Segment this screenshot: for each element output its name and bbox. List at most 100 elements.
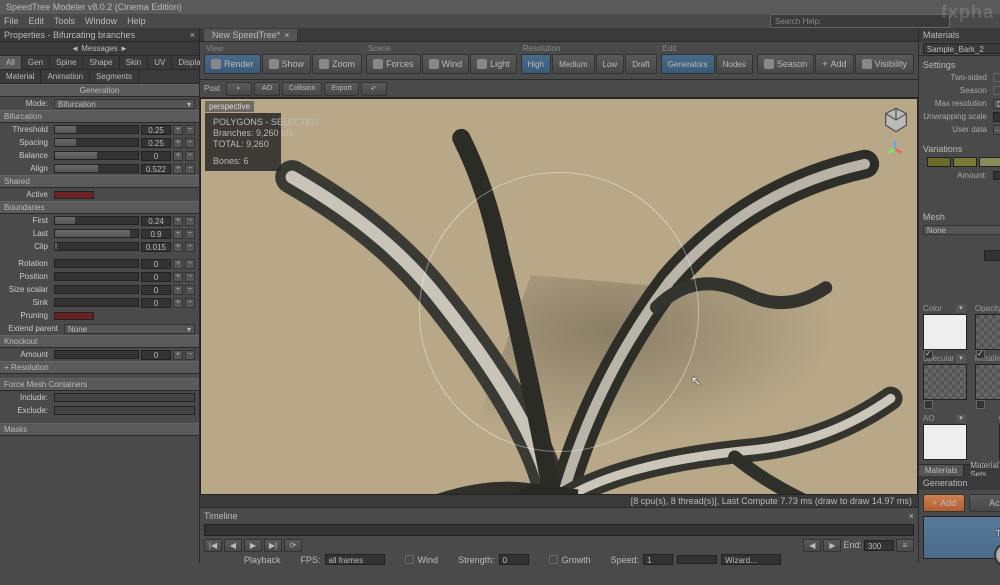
btn-inc[interactable]: + xyxy=(173,164,183,174)
light-button[interactable]: Light xyxy=(470,54,517,74)
generation-graph[interactable]: Tree Trunk Cap Bifurcating branches xyxy=(923,516,1000,560)
btn-inc[interactable]: + xyxy=(173,229,183,239)
btn-inc[interactable]: + xyxy=(173,298,183,308)
step-fwd-button[interactable]: ▶| xyxy=(264,539,282,552)
btn-inc[interactable]: + xyxy=(173,151,183,161)
rotation-slider[interactable] xyxy=(54,259,139,268)
menu-edit[interactable]: Edit xyxy=(29,16,45,26)
active-indicator[interactable] xyxy=(54,191,94,199)
map-specular-thumb[interactable]: ▾ xyxy=(923,364,967,400)
fps-dropdown[interactable]: all frames xyxy=(325,554,385,565)
menu-tools[interactable]: Tools xyxy=(54,16,75,26)
align-value[interactable]: 0.522 xyxy=(141,164,171,174)
tab-spine[interactable]: Spine xyxy=(50,56,83,69)
close-icon[interactable]: × xyxy=(190,30,195,40)
sink-value[interactable]: 0 xyxy=(141,298,171,308)
size-value[interactable]: 0 xyxy=(141,285,171,295)
btn-inc[interactable]: + xyxy=(173,125,183,135)
maxres-dropdown[interactable]: Default xyxy=(993,99,1000,109)
season-button[interactable]: Season xyxy=(757,54,815,74)
tab-shape[interactable]: Shape xyxy=(83,56,119,69)
play-button[interactable]: ▶ xyxy=(244,539,262,552)
btn-inc[interactable]: + xyxy=(173,272,183,282)
map-color-thumb[interactable]: ▾ xyxy=(923,314,967,350)
section-boundaries[interactable]: Boundaries xyxy=(0,201,199,214)
btn-inc[interactable]: + xyxy=(173,242,183,252)
btn-curve[interactable]: ~ xyxy=(185,242,195,252)
wizard-button[interactable]: Wizard... xyxy=(721,554,781,565)
tab-uv[interactable]: UV xyxy=(148,56,172,69)
res-medium-button[interactable]: Medium xyxy=(552,54,594,74)
res-high-button[interactable]: High xyxy=(521,54,551,74)
make-new-set-button[interactable]: Make New Set... xyxy=(984,250,1000,261)
btn-curve[interactable]: ~ xyxy=(185,164,195,174)
section-masks[interactable]: Masks xyxy=(0,423,199,436)
position-value[interactable]: 0 xyxy=(141,272,171,282)
spacing-slider[interactable] xyxy=(54,138,139,147)
tab-segments[interactable]: Segments xyxy=(90,70,139,83)
post-btn-0[interactable]: ◐ xyxy=(226,82,252,96)
btn-curve[interactable]: ~ xyxy=(185,229,195,239)
swatch-3[interactable] xyxy=(979,157,1000,167)
amount-slider[interactable] xyxy=(54,350,139,359)
btn-curve[interactable]: ~ xyxy=(185,272,195,282)
timeline-track[interactable] xyxy=(204,524,914,536)
step-back-button[interactable]: ◀ xyxy=(224,539,242,552)
material-name-input[interactable]: Sample_Bark_2 xyxy=(923,43,1000,54)
generators-button[interactable]: Generators xyxy=(661,54,715,74)
show-button[interactable]: Show xyxy=(262,54,312,74)
btn-curve[interactable]: ~ xyxy=(185,138,195,148)
strength-value[interactable]: 0 xyxy=(499,554,529,565)
btn-curve[interactable]: ~ xyxy=(185,151,195,161)
menu-file[interactable]: File xyxy=(4,16,19,26)
tab-matsets[interactable]: Material Sets xyxy=(964,465,1000,476)
axis-gizmo-icon[interactable] xyxy=(885,139,905,159)
balance-slider[interactable] xyxy=(54,151,139,160)
btn-curve[interactable]: ~ xyxy=(185,285,195,295)
last-value[interactable]: 0.9 xyxy=(141,229,171,239)
gen-actions-button[interactable]: Actions xyxy=(969,494,1000,512)
align-slider[interactable] xyxy=(54,164,139,173)
swatch-2[interactable] xyxy=(953,157,977,167)
sink-slider[interactable] xyxy=(54,298,139,307)
btn-inc[interactable]: + xyxy=(173,138,183,148)
map-ao-thumb[interactable]: ▾ xyxy=(923,424,967,460)
gen-add-button[interactable]: +Add xyxy=(923,494,965,512)
end-value[interactable]: 300 xyxy=(864,540,894,551)
include-field[interactable] xyxy=(54,393,195,402)
section-generation[interactable]: Generation xyxy=(0,84,199,97)
mode-dropdown[interactable]: Bifurcation xyxy=(54,99,195,109)
btn-curve[interactable]: ~ xyxy=(185,125,195,135)
mesh-dropdown[interactable]: None xyxy=(923,225,1000,235)
userdata-button[interactable]: … xyxy=(993,125,1000,135)
balance-value[interactable]: 0 xyxy=(141,151,171,161)
menu-window[interactable]: Window xyxy=(85,16,117,26)
doc-tab[interactable]: New SpeedTree*× xyxy=(204,29,297,41)
threshold-slider[interactable] xyxy=(54,125,139,134)
pruning-indicator[interactable] xyxy=(54,312,94,320)
spacing-value[interactable]: 0.25 xyxy=(141,138,171,148)
prev-key-button[interactable]: ◀ xyxy=(803,539,821,552)
nav-cube-icon[interactable] xyxy=(883,107,909,133)
unwrap-value[interactable]: 1 xyxy=(993,112,1000,122)
zoom-button[interactable]: Zoom xyxy=(312,54,362,74)
section-knockout[interactable]: Knockout xyxy=(0,335,199,348)
position-slider[interactable] xyxy=(54,272,139,281)
tab-animation[interactable]: Animation xyxy=(41,70,90,83)
wind-button[interactable]: Wind xyxy=(422,54,470,74)
btn-curve[interactable]: ~ xyxy=(185,350,195,360)
next-key-button[interactable]: ▶ xyxy=(823,539,841,552)
btn-curve[interactable]: ~ xyxy=(185,216,195,226)
res-low-button[interactable]: Low xyxy=(596,54,625,74)
btn-inc[interactable]: + xyxy=(173,350,183,360)
visibility-button[interactable]: Visibility xyxy=(855,54,914,74)
post-export-button[interactable]: Export xyxy=(324,82,358,96)
first-slider[interactable] xyxy=(54,216,139,225)
add-button[interactable]: +Add xyxy=(815,54,853,74)
twosided-checkbox[interactable] xyxy=(993,73,1000,82)
btn-inc[interactable]: + xyxy=(173,216,183,226)
btn-inc[interactable]: + xyxy=(173,285,183,295)
tab-materials[interactable]: Materials xyxy=(919,465,964,476)
post-collision-button[interactable]: Collision xyxy=(282,82,322,96)
menu-help[interactable]: Help xyxy=(127,16,146,26)
